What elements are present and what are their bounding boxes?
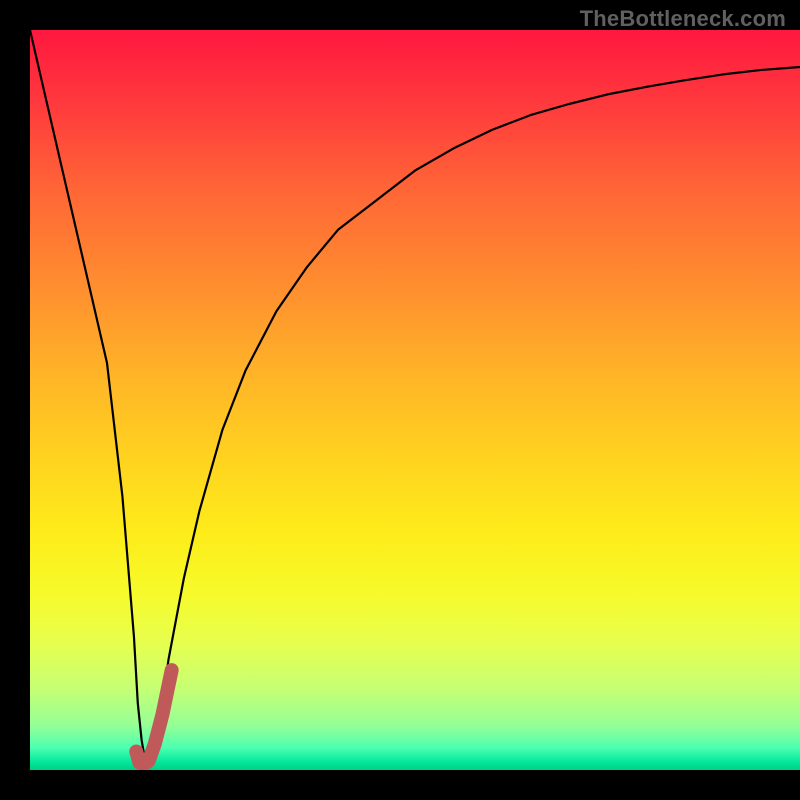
chart-frame: TheBottleneck.com	[0, 0, 800, 800]
watermark-text: TheBottleneck.com	[580, 6, 786, 32]
plot-area	[30, 30, 800, 770]
accent-path	[136, 670, 171, 764]
accent-hook	[30, 30, 800, 770]
